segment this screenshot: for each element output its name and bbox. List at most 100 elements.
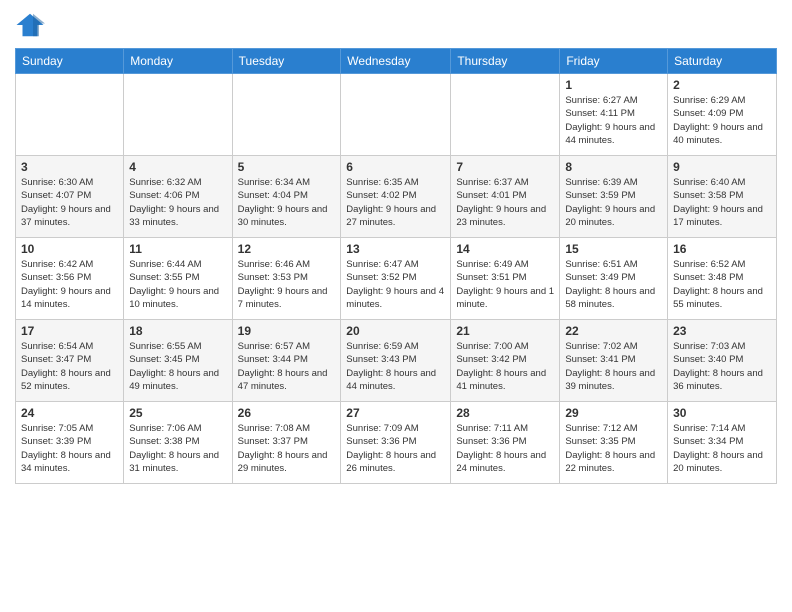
day-number: 14	[456, 242, 554, 256]
page: SundayMondayTuesdayWednesdayThursdayFrid…	[0, 0, 792, 612]
day-info: Sunrise: 6:42 AM Sunset: 3:56 PM Dayligh…	[21, 258, 118, 311]
day-info: Sunrise: 7:06 AM Sunset: 3:38 PM Dayligh…	[129, 422, 226, 475]
calendar-cell: 5 Sunrise: 6:34 AM Sunset: 4:04 PM Daylig…	[232, 156, 341, 238]
logo-icon	[15, 10, 45, 40]
calendar-cell: 14 Sunrise: 6:49 AM Sunset: 3:51 PM Dayli…	[451, 238, 560, 320]
day-number: 9	[673, 160, 771, 174]
day-info: Sunrise: 7:00 AM Sunset: 3:42 PM Dayligh…	[456, 340, 554, 393]
col-header-thursday: Thursday	[451, 49, 560, 74]
calendar-cell: 8Sunrise: 6:39 AM Sunset: 3:59 PM Daylig…	[560, 156, 668, 238]
day-info: Sunrise: 7:08 AM Sunset: 3:37 PM Dayligh…	[238, 422, 336, 475]
day-number: 23	[673, 324, 771, 338]
calendar-cell	[232, 74, 341, 156]
day-info: Sunrise: 7:09 AM Sunset: 3:36 PM Dayligh…	[346, 422, 445, 475]
calendar-header-row: SundayMondayTuesdayWednesdayThursdayFrid…	[16, 49, 777, 74]
day-info: Sunrise: 6:57 AM Sunset: 3:44 PM Dayligh…	[238, 340, 336, 393]
day-number: 18	[129, 324, 226, 338]
calendar-cell: 29 Sunrise: 7:12 AM Sunset: 3:35 PM Dayli…	[560, 402, 668, 484]
day-info: Sunrise: 6:59 AM Sunset: 3:43 PM Dayligh…	[346, 340, 445, 393]
calendar-cell: 10 Sunrise: 6:42 AM Sunset: 3:56 PM Dayli…	[16, 238, 124, 320]
calendar-cell: 1 Sunrise: 6:27 AM Sunset: 4:11 PM Daylig…	[560, 74, 668, 156]
day-info: Sunrise: 6:34 AM Sunset: 4:04 PM Dayligh…	[238, 176, 336, 229]
day-number: 20	[346, 324, 445, 338]
calendar-cell	[341, 74, 451, 156]
calendar-cell: 23 Sunrise: 7:03 AM Sunset: 3:40 PM Dayli…	[668, 320, 777, 402]
calendar-week-2: 3 Sunrise: 6:30 AM Sunset: 4:07 PM Daylig…	[16, 156, 777, 238]
calendar-cell: 21 Sunrise: 7:00 AM Sunset: 3:42 PM Dayli…	[451, 320, 560, 402]
calendar-week-5: 24 Sunrise: 7:05 AM Sunset: 3:39 PM Dayli…	[16, 402, 777, 484]
calendar-cell	[124, 74, 232, 156]
day-number: 22	[565, 324, 662, 338]
calendar-cell: 19 Sunrise: 6:57 AM Sunset: 3:44 PM Dayli…	[232, 320, 341, 402]
day-info: Sunrise: 6:46 AM Sunset: 3:53 PM Dayligh…	[238, 258, 336, 311]
calendar-cell	[451, 74, 560, 156]
day-info: Sunrise: 6:39 AM Sunset: 3:59 PM Dayligh…	[565, 176, 662, 229]
col-header-wednesday: Wednesday	[341, 49, 451, 74]
calendar-cell: 3 Sunrise: 6:30 AM Sunset: 4:07 PM Daylig…	[16, 156, 124, 238]
calendar-cell: 24 Sunrise: 7:05 AM Sunset: 3:39 PM Dayli…	[16, 402, 124, 484]
calendar-week-4: 17Sunrise: 6:54 AM Sunset: 3:47 PM Dayli…	[16, 320, 777, 402]
day-info: Sunrise: 6:35 AM Sunset: 4:02 PM Dayligh…	[346, 176, 445, 229]
calendar-cell: 26 Sunrise: 7:08 AM Sunset: 3:37 PM Dayli…	[232, 402, 341, 484]
day-number: 16	[673, 242, 771, 256]
calendar-cell: 22Sunrise: 7:02 AM Sunset: 3:41 PM Dayli…	[560, 320, 668, 402]
day-number: 13	[346, 242, 445, 256]
day-info: Sunrise: 6:51 AM Sunset: 3:49 PM Dayligh…	[565, 258, 662, 311]
day-info: Sunrise: 7:12 AM Sunset: 3:35 PM Dayligh…	[565, 422, 662, 475]
calendar-cell: 16 Sunrise: 6:52 AM Sunset: 3:48 PM Dayli…	[668, 238, 777, 320]
day-info: Sunrise: 6:37 AM Sunset: 4:01 PM Dayligh…	[456, 176, 554, 229]
day-number: 3	[21, 160, 118, 174]
day-number: 1	[565, 78, 662, 92]
calendar-cell: 27 Sunrise: 7:09 AM Sunset: 3:36 PM Dayli…	[341, 402, 451, 484]
day-info: Sunrise: 6:30 AM Sunset: 4:07 PM Dayligh…	[21, 176, 118, 229]
day-number: 6	[346, 160, 445, 174]
day-number: 29	[565, 406, 662, 420]
calendar-week-1: 1 Sunrise: 6:27 AM Sunset: 4:11 PM Daylig…	[16, 74, 777, 156]
day-number: 28	[456, 406, 554, 420]
day-number: 10	[21, 242, 118, 256]
day-info: Sunrise: 6:49 AM Sunset: 3:51 PM Dayligh…	[456, 258, 554, 311]
col-header-friday: Friday	[560, 49, 668, 74]
day-number: 27	[346, 406, 445, 420]
day-number: 26	[238, 406, 336, 420]
day-number: 30	[673, 406, 771, 420]
logo	[15, 10, 49, 40]
col-header-monday: Monday	[124, 49, 232, 74]
day-number: 15	[565, 242, 662, 256]
col-header-tuesday: Tuesday	[232, 49, 341, 74]
calendar-cell: 9 Sunrise: 6:40 AM Sunset: 3:58 PM Daylig…	[668, 156, 777, 238]
calendar-cell: 30 Sunrise: 7:14 AM Sunset: 3:34 PM Dayli…	[668, 402, 777, 484]
day-info: Sunrise: 7:14 AM Sunset: 3:34 PM Dayligh…	[673, 422, 771, 475]
calendar-cell: 13Sunrise: 6:47 AM Sunset: 3:52 PM Dayli…	[341, 238, 451, 320]
day-number: 4	[129, 160, 226, 174]
calendar-cell: 2 Sunrise: 6:29 AM Sunset: 4:09 PM Daylig…	[668, 74, 777, 156]
day-number: 19	[238, 324, 336, 338]
day-info: Sunrise: 6:29 AM Sunset: 4:09 PM Dayligh…	[673, 94, 771, 147]
calendar-cell: 12 Sunrise: 6:46 AM Sunset: 3:53 PM Dayli…	[232, 238, 341, 320]
day-number: 11	[129, 242, 226, 256]
day-info: Sunrise: 6:52 AM Sunset: 3:48 PM Dayligh…	[673, 258, 771, 311]
day-info: Sunrise: 6:44 AM Sunset: 3:55 PM Dayligh…	[129, 258, 226, 311]
col-header-saturday: Saturday	[668, 49, 777, 74]
day-info: Sunrise: 6:32 AM Sunset: 4:06 PM Dayligh…	[129, 176, 226, 229]
calendar-cell: 4 Sunrise: 6:32 AM Sunset: 4:06 PM Daylig…	[124, 156, 232, 238]
day-number: 25	[129, 406, 226, 420]
day-number: 7	[456, 160, 554, 174]
calendar-cell: 28 Sunrise: 7:11 AM Sunset: 3:36 PM Dayli…	[451, 402, 560, 484]
day-info: Sunrise: 6:27 AM Sunset: 4:11 PM Dayligh…	[565, 94, 662, 147]
day-number: 5	[238, 160, 336, 174]
day-number: 2	[673, 78, 771, 92]
day-info: Sunrise: 7:03 AM Sunset: 3:40 PM Dayligh…	[673, 340, 771, 393]
calendar-cell: 7 Sunrise: 6:37 AM Sunset: 4:01 PM Daylig…	[451, 156, 560, 238]
day-number: 24	[21, 406, 118, 420]
day-number: 12	[238, 242, 336, 256]
day-info: Sunrise: 6:40 AM Sunset: 3:58 PM Dayligh…	[673, 176, 771, 229]
day-info: Sunrise: 6:55 AM Sunset: 3:45 PM Dayligh…	[129, 340, 226, 393]
calendar-cell: 6 Sunrise: 6:35 AM Sunset: 4:02 PM Daylig…	[341, 156, 451, 238]
day-number: 21	[456, 324, 554, 338]
calendar-cell: 20 Sunrise: 6:59 AM Sunset: 3:43 PM Dayli…	[341, 320, 451, 402]
calendar-week-3: 10 Sunrise: 6:42 AM Sunset: 3:56 PM Dayli…	[16, 238, 777, 320]
day-info: Sunrise: 7:05 AM Sunset: 3:39 PM Dayligh…	[21, 422, 118, 475]
calendar-cell	[16, 74, 124, 156]
day-info: Sunrise: 7:11 AM Sunset: 3:36 PM Dayligh…	[456, 422, 554, 475]
